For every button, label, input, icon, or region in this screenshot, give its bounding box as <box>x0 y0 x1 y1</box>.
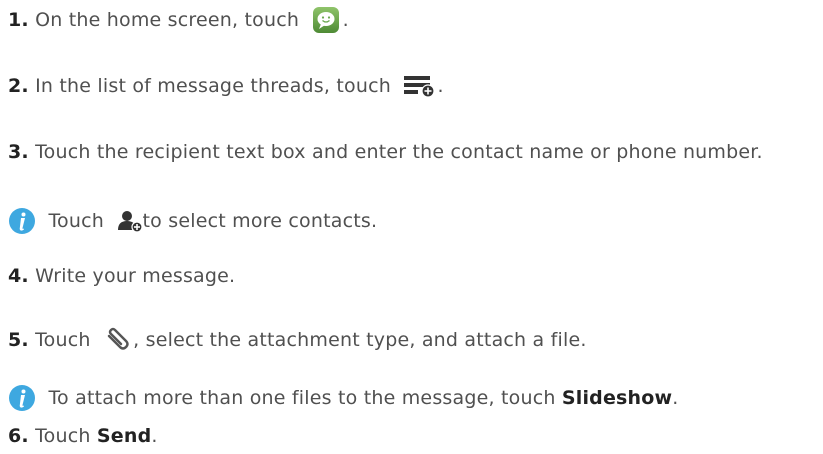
step-number: 1. <box>8 9 29 31</box>
tip-text: Touch <box>48 210 105 232</box>
step-text-end: . <box>437 75 444 97</box>
step-text: Touch <box>35 425 91 447</box>
step-1: 1. On the home screen, touch . <box>8 4 349 36</box>
tip-note-2: To attach more than one files to the mes… <box>8 382 679 414</box>
step-text: Touch <box>35 329 91 351</box>
tip-note-1: Touch to select more contacts. <box>8 205 377 237</box>
step-number: 5. <box>8 329 29 351</box>
step-text-end: . <box>342 9 349 31</box>
step-text-end: . <box>151 425 158 447</box>
step-4: 4. Write your message. <box>8 260 235 292</box>
send-label: Send <box>96 425 152 447</box>
step-number: 2. <box>8 75 29 97</box>
step-2: 2. In the list of message threads, touch… <box>8 70 444 102</box>
slideshow-label: Slideshow <box>561 387 673 409</box>
messaging-app-icon <box>312 6 340 34</box>
step-number: 3. <box>8 141 29 163</box>
step-text: Touch the recipient text box and enter t… <box>35 141 763 163</box>
tip-text-end: . <box>672 387 679 409</box>
step-text: In the list of message threads, touch <box>35 75 391 97</box>
tip-text-end: to select more contacts. <box>142 210 378 232</box>
step-text: On the home screen, touch <box>35 9 300 31</box>
step-text-end: , select the attachment type, and attach… <box>133 329 587 351</box>
step-number: 6. <box>8 425 29 447</box>
add-contact-icon <box>117 209 143 233</box>
info-icon <box>8 384 36 412</box>
new-message-icon <box>403 74 437 98</box>
step-number: 4. <box>8 265 29 287</box>
tip-text: To attach more than one files to the mes… <box>48 387 556 409</box>
step-text: Write your message. <box>35 265 236 287</box>
step-3: 3. Touch the recipient text box and ente… <box>8 136 763 168</box>
step-6: 6. Touch Send . <box>8 420 158 452</box>
info-icon <box>8 207 36 235</box>
step-5: 5. Touch , select the attachment type, a… <box>8 324 587 356</box>
paperclip-icon <box>103 326 133 354</box>
